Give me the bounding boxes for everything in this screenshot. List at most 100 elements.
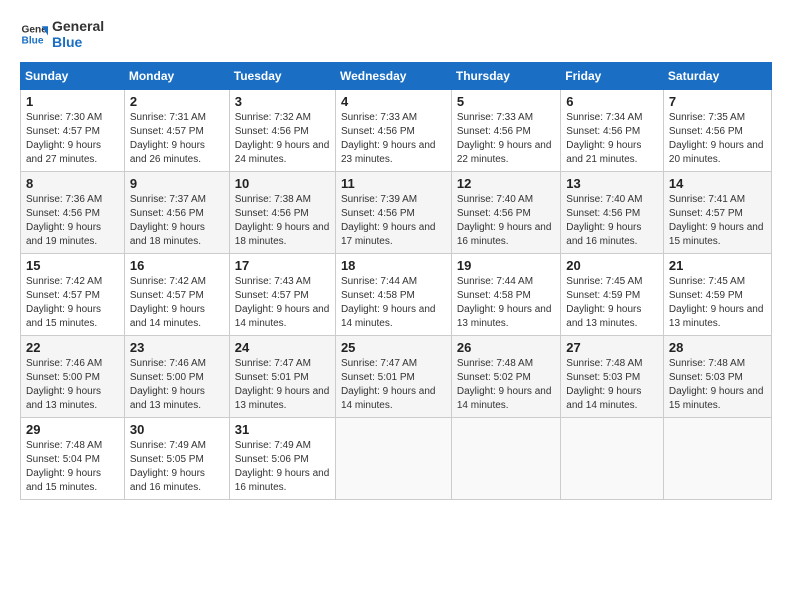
day-number: 7 <box>669 94 766 109</box>
day-info: Sunrise: 7:48 AM Sunset: 5:03 PM Dayligh… <box>566 357 658 413</box>
day-cell: 16 Sunrise: 7:42 AM Sunset: 4:57 PM Dayl… <box>124 254 229 336</box>
day-cell: 31 Sunrise: 7:49 AM Sunset: 5:06 PM Dayl… <box>229 418 335 500</box>
week-row-2: 8 Sunrise: 7:36 AM Sunset: 4:56 PM Dayli… <box>21 172 772 254</box>
day-number: 18 <box>341 258 446 273</box>
day-cell <box>663 418 771 500</box>
day-cell: 25 Sunrise: 7:47 AM Sunset: 5:01 PM Dayl… <box>335 336 451 418</box>
day-number: 19 <box>457 258 555 273</box>
day-cell: 3 Sunrise: 7:32 AM Sunset: 4:56 PM Dayli… <box>229 90 335 172</box>
day-cell: 7 Sunrise: 7:35 AM Sunset: 4:56 PM Dayli… <box>663 90 771 172</box>
day-info: Sunrise: 7:34 AM Sunset: 4:56 PM Dayligh… <box>566 111 658 167</box>
day-info: Sunrise: 7:43 AM Sunset: 4:57 PM Dayligh… <box>235 275 330 331</box>
day-info: Sunrise: 7:46 AM Sunset: 5:00 PM Dayligh… <box>26 357 119 413</box>
day-info: Sunrise: 7:39 AM Sunset: 4:56 PM Dayligh… <box>341 193 446 249</box>
header-cell-friday: Friday <box>561 63 664 90</box>
header-cell-wednesday: Wednesday <box>335 63 451 90</box>
day-info: Sunrise: 7:33 AM Sunset: 4:56 PM Dayligh… <box>341 111 446 167</box>
day-cell: 15 Sunrise: 7:42 AM Sunset: 4:57 PM Dayl… <box>21 254 125 336</box>
day-number: 31 <box>235 422 330 437</box>
header: General Blue General Blue <box>20 18 772 50</box>
day-cell <box>335 418 451 500</box>
day-cell: 20 Sunrise: 7:45 AM Sunset: 4:59 PM Dayl… <box>561 254 664 336</box>
day-info: Sunrise: 7:47 AM Sunset: 5:01 PM Dayligh… <box>341 357 446 413</box>
week-row-4: 22 Sunrise: 7:46 AM Sunset: 5:00 PM Dayl… <box>21 336 772 418</box>
day-cell: 13 Sunrise: 7:40 AM Sunset: 4:56 PM Dayl… <box>561 172 664 254</box>
day-number: 10 <box>235 176 330 191</box>
header-row: SundayMondayTuesdayWednesdayThursdayFrid… <box>21 63 772 90</box>
day-number: 21 <box>669 258 766 273</box>
header-cell-sunday: Sunday <box>21 63 125 90</box>
day-number: 3 <box>235 94 330 109</box>
day-info: Sunrise: 7:44 AM Sunset: 4:58 PM Dayligh… <box>457 275 555 331</box>
day-cell: 10 Sunrise: 7:38 AM Sunset: 4:56 PM Dayl… <box>229 172 335 254</box>
day-cell: 26 Sunrise: 7:48 AM Sunset: 5:02 PM Dayl… <box>451 336 560 418</box>
day-number: 8 <box>26 176 119 191</box>
day-cell: 17 Sunrise: 7:43 AM Sunset: 4:57 PM Dayl… <box>229 254 335 336</box>
svg-text:General: General <box>22 25 48 36</box>
day-info: Sunrise: 7:36 AM Sunset: 4:56 PM Dayligh… <box>26 193 119 249</box>
day-info: Sunrise: 7:49 AM Sunset: 5:05 PM Dayligh… <box>130 439 224 495</box>
day-number: 23 <box>130 340 224 355</box>
day-cell: 2 Sunrise: 7:31 AM Sunset: 4:57 PM Dayli… <box>124 90 229 172</box>
day-number: 16 <box>130 258 224 273</box>
day-info: Sunrise: 7:48 AM Sunset: 5:04 PM Dayligh… <box>26 439 119 495</box>
day-number: 28 <box>669 340 766 355</box>
day-number: 24 <box>235 340 330 355</box>
day-cell: 23 Sunrise: 7:46 AM Sunset: 5:00 PM Dayl… <box>124 336 229 418</box>
logo-icon: General Blue <box>20 20 48 48</box>
day-cell: 21 Sunrise: 7:45 AM Sunset: 4:59 PM Dayl… <box>663 254 771 336</box>
day-cell: 14 Sunrise: 7:41 AM Sunset: 4:57 PM Dayl… <box>663 172 771 254</box>
day-number: 17 <box>235 258 330 273</box>
day-number: 26 <box>457 340 555 355</box>
week-row-3: 15 Sunrise: 7:42 AM Sunset: 4:57 PM Dayl… <box>21 254 772 336</box>
day-number: 14 <box>669 176 766 191</box>
day-info: Sunrise: 7:40 AM Sunset: 4:56 PM Dayligh… <box>457 193 555 249</box>
week-row-5: 29 Sunrise: 7:48 AM Sunset: 5:04 PM Dayl… <box>21 418 772 500</box>
day-number: 9 <box>130 176 224 191</box>
day-cell: 1 Sunrise: 7:30 AM Sunset: 4:57 PM Dayli… <box>21 90 125 172</box>
day-cell: 22 Sunrise: 7:46 AM Sunset: 5:00 PM Dayl… <box>21 336 125 418</box>
day-number: 1 <box>26 94 119 109</box>
logo-line1: General <box>52 18 104 34</box>
day-cell: 9 Sunrise: 7:37 AM Sunset: 4:56 PM Dayli… <box>124 172 229 254</box>
day-info: Sunrise: 7:42 AM Sunset: 4:57 PM Dayligh… <box>130 275 224 331</box>
day-cell: 12 Sunrise: 7:40 AM Sunset: 4:56 PM Dayl… <box>451 172 560 254</box>
day-cell: 6 Sunrise: 7:34 AM Sunset: 4:56 PM Dayli… <box>561 90 664 172</box>
day-cell <box>561 418 664 500</box>
header-cell-thursday: Thursday <box>451 63 560 90</box>
day-number: 13 <box>566 176 658 191</box>
day-info: Sunrise: 7:45 AM Sunset: 4:59 PM Dayligh… <box>669 275 766 331</box>
day-number: 4 <box>341 94 446 109</box>
day-info: Sunrise: 7:47 AM Sunset: 5:01 PM Dayligh… <box>235 357 330 413</box>
calendar-table: SundayMondayTuesdayWednesdayThursdayFrid… <box>20 62 772 500</box>
day-number: 30 <box>130 422 224 437</box>
day-number: 5 <box>457 94 555 109</box>
day-info: Sunrise: 7:33 AM Sunset: 4:56 PM Dayligh… <box>457 111 555 167</box>
day-info: Sunrise: 7:46 AM Sunset: 5:00 PM Dayligh… <box>130 357 224 413</box>
day-number: 20 <box>566 258 658 273</box>
logo-line2: Blue <box>52 34 104 50</box>
day-cell: 11 Sunrise: 7:39 AM Sunset: 4:56 PM Dayl… <box>335 172 451 254</box>
day-number: 25 <box>341 340 446 355</box>
day-number: 2 <box>130 94 224 109</box>
day-cell: 4 Sunrise: 7:33 AM Sunset: 4:56 PM Dayli… <box>335 90 451 172</box>
day-info: Sunrise: 7:44 AM Sunset: 4:58 PM Dayligh… <box>341 275 446 331</box>
day-number: 27 <box>566 340 658 355</box>
header-cell-monday: Monday <box>124 63 229 90</box>
day-info: Sunrise: 7:35 AM Sunset: 4:56 PM Dayligh… <box>669 111 766 167</box>
day-number: 15 <box>26 258 119 273</box>
header-cell-saturday: Saturday <box>663 63 771 90</box>
day-info: Sunrise: 7:30 AM Sunset: 4:57 PM Dayligh… <box>26 111 119 167</box>
day-info: Sunrise: 7:41 AM Sunset: 4:57 PM Dayligh… <box>669 193 766 249</box>
day-info: Sunrise: 7:38 AM Sunset: 4:56 PM Dayligh… <box>235 193 330 249</box>
logo: General Blue General Blue <box>20 18 104 50</box>
day-number: 11 <box>341 176 446 191</box>
header-cell-tuesday: Tuesday <box>229 63 335 90</box>
week-row-1: 1 Sunrise: 7:30 AM Sunset: 4:57 PM Dayli… <box>21 90 772 172</box>
day-number: 6 <box>566 94 658 109</box>
day-number: 12 <box>457 176 555 191</box>
page: General Blue General Blue SundayMondayTu… <box>0 0 792 514</box>
day-info: Sunrise: 7:37 AM Sunset: 4:56 PM Dayligh… <box>130 193 224 249</box>
day-cell: 8 Sunrise: 7:36 AM Sunset: 4:56 PM Dayli… <box>21 172 125 254</box>
day-cell <box>451 418 560 500</box>
